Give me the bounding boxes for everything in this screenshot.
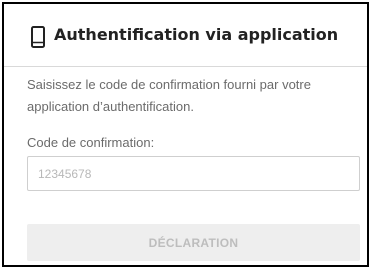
code-field-label: Code de confirmation: bbox=[27, 135, 155, 150]
card-title: Authentification via application bbox=[54, 25, 339, 44]
card-header: Authentification via application bbox=[4, 4, 367, 67]
instruction-text: Saisissez le code de confirmation fourni… bbox=[27, 77, 311, 114]
declaration-button[interactable]: DÉCLARATION bbox=[27, 224, 360, 261]
mobile-phone-icon bbox=[31, 26, 45, 48]
confirmation-code-input[interactable] bbox=[27, 156, 360, 191]
authentication-card: Authentification via application Saisiss… bbox=[2, 2, 369, 267]
